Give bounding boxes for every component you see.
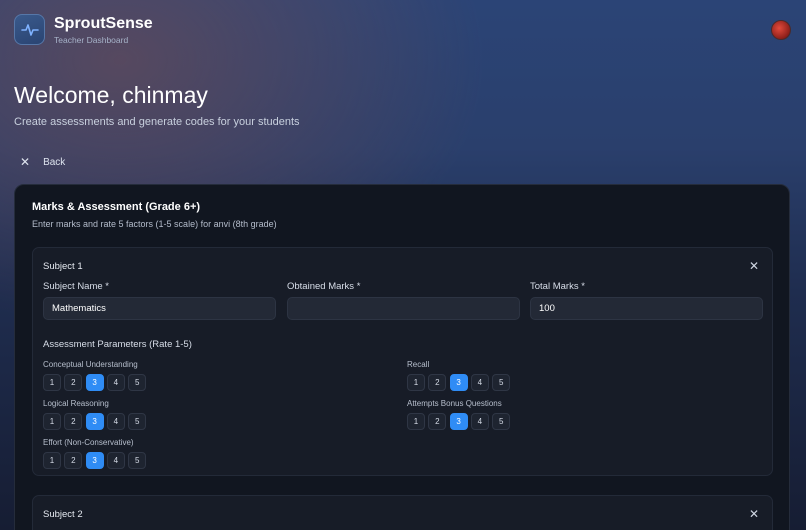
rating-button-1[interactable]: 1 [43, 374, 61, 391]
param-label: Conceptual Understanding [43, 360, 138, 369]
back-label: Back [43, 156, 66, 168]
param-conceptual-understanding: Conceptual Understanding 12345 [43, 360, 149, 391]
obtained-marks-input[interactable] [287, 297, 520, 320]
assessment-card: Marks & Assessment (Grade 6+) Enter mark… [14, 184, 790, 530]
param-logical-reasoning: Logical Reasoning 12345 [43, 399, 149, 430]
rating-button-4[interactable]: 4 [470, 413, 489, 430]
rating-group: 12345 [43, 374, 149, 391]
params-title: Assessment Parameters (Rate 1-5) [43, 339, 192, 350]
rating-button-2[interactable]: 2 [428, 374, 447, 391]
param-effort-non-conservative: Effort (Non-Conservative) 12345 [43, 438, 149, 469]
rating-button-3[interactable]: 3 [85, 374, 104, 391]
rating-button-5[interactable]: 5 [128, 413, 147, 430]
back-button[interactable]: ✕ Back [20, 155, 65, 169]
rating-group: 12345 [43, 452, 149, 469]
rating-button-5[interactable]: 5 [492, 413, 511, 430]
app-subtitle: Teacher Dashboard [54, 34, 129, 45]
card-title: Marks & Assessment (Grade 6+) [32, 201, 201, 213]
app-name: SproutSense [54, 14, 153, 32]
brand: SproutSense Teacher Dashboard [54, 15, 153, 45]
rating-group: 12345 [407, 374, 513, 391]
total-marks-input[interactable] [530, 297, 763, 320]
rating-button-1[interactable]: 1 [407, 374, 425, 391]
rating-button-4[interactable]: 4 [106, 452, 125, 469]
pulse-icon [20, 23, 39, 36]
rating-button-4[interactable]: 4 [470, 374, 489, 391]
app-logo [14, 14, 45, 45]
card-description: Enter marks and rate 5 factors (1-5 scal… [32, 219, 277, 229]
rating-button-2[interactable]: 2 [64, 452, 83, 469]
subject-title: Subject 1 [43, 261, 83, 272]
rating-button-5[interactable]: 5 [128, 374, 147, 391]
close-icon[interactable]: ✕ [749, 507, 759, 521]
rating-button-5[interactable]: 5 [492, 374, 511, 391]
app-header: SproutSense Teacher Dashboard [14, 14, 153, 45]
rating-button-3[interactable]: 3 [85, 452, 104, 469]
close-icon: ✕ [20, 155, 31, 169]
obtained-marks-label: Obtained Marks * [287, 281, 361, 292]
rating-button-5[interactable]: 5 [128, 452, 147, 469]
param-attempts-bonus-questions: Attempts Bonus Questions 12345 [407, 399, 513, 430]
page-subtitle: Create assessments and generate codes fo… [14, 116, 300, 128]
param-label: Logical Reasoning [43, 399, 109, 408]
subject-name-label: Subject Name * [43, 281, 110, 292]
rating-button-1[interactable]: 1 [43, 413, 61, 430]
page-title: Welcome, chinmay [14, 82, 208, 108]
close-icon[interactable]: ✕ [749, 259, 759, 273]
subject-name-input[interactable] [43, 297, 276, 320]
rating-button-4[interactable]: 4 [106, 413, 125, 430]
subject-panel-2: Subject 2 ✕ [32, 495, 773, 530]
rating-button-2[interactable]: 2 [64, 413, 83, 430]
rating-group: 12345 [43, 413, 149, 430]
param-recall: Recall 12345 [407, 360, 513, 391]
rating-button-4[interactable]: 4 [106, 374, 125, 391]
rating-button-1[interactable]: 1 [43, 452, 61, 469]
rating-group: 12345 [407, 413, 513, 430]
subject-panel-1: Subject 1 ✕ Subject Name * Obtained Mark… [32, 247, 773, 476]
rating-button-1[interactable]: 1 [407, 413, 425, 430]
subject-title: Subject 2 [43, 509, 83, 520]
param-label: Recall [407, 360, 430, 369]
rating-button-3[interactable]: 3 [449, 374, 468, 391]
avatar[interactable] [771, 20, 791, 40]
param-label: Attempts Bonus Questions [407, 399, 502, 408]
rating-button-3[interactable]: 3 [85, 413, 104, 430]
rating-button-2[interactable]: 2 [64, 374, 83, 391]
rating-button-3[interactable]: 3 [449, 413, 468, 430]
total-marks-label: Total Marks * [530, 281, 585, 292]
param-label: Effort (Non-Conservative) [43, 438, 134, 447]
rating-button-2[interactable]: 2 [428, 413, 447, 430]
